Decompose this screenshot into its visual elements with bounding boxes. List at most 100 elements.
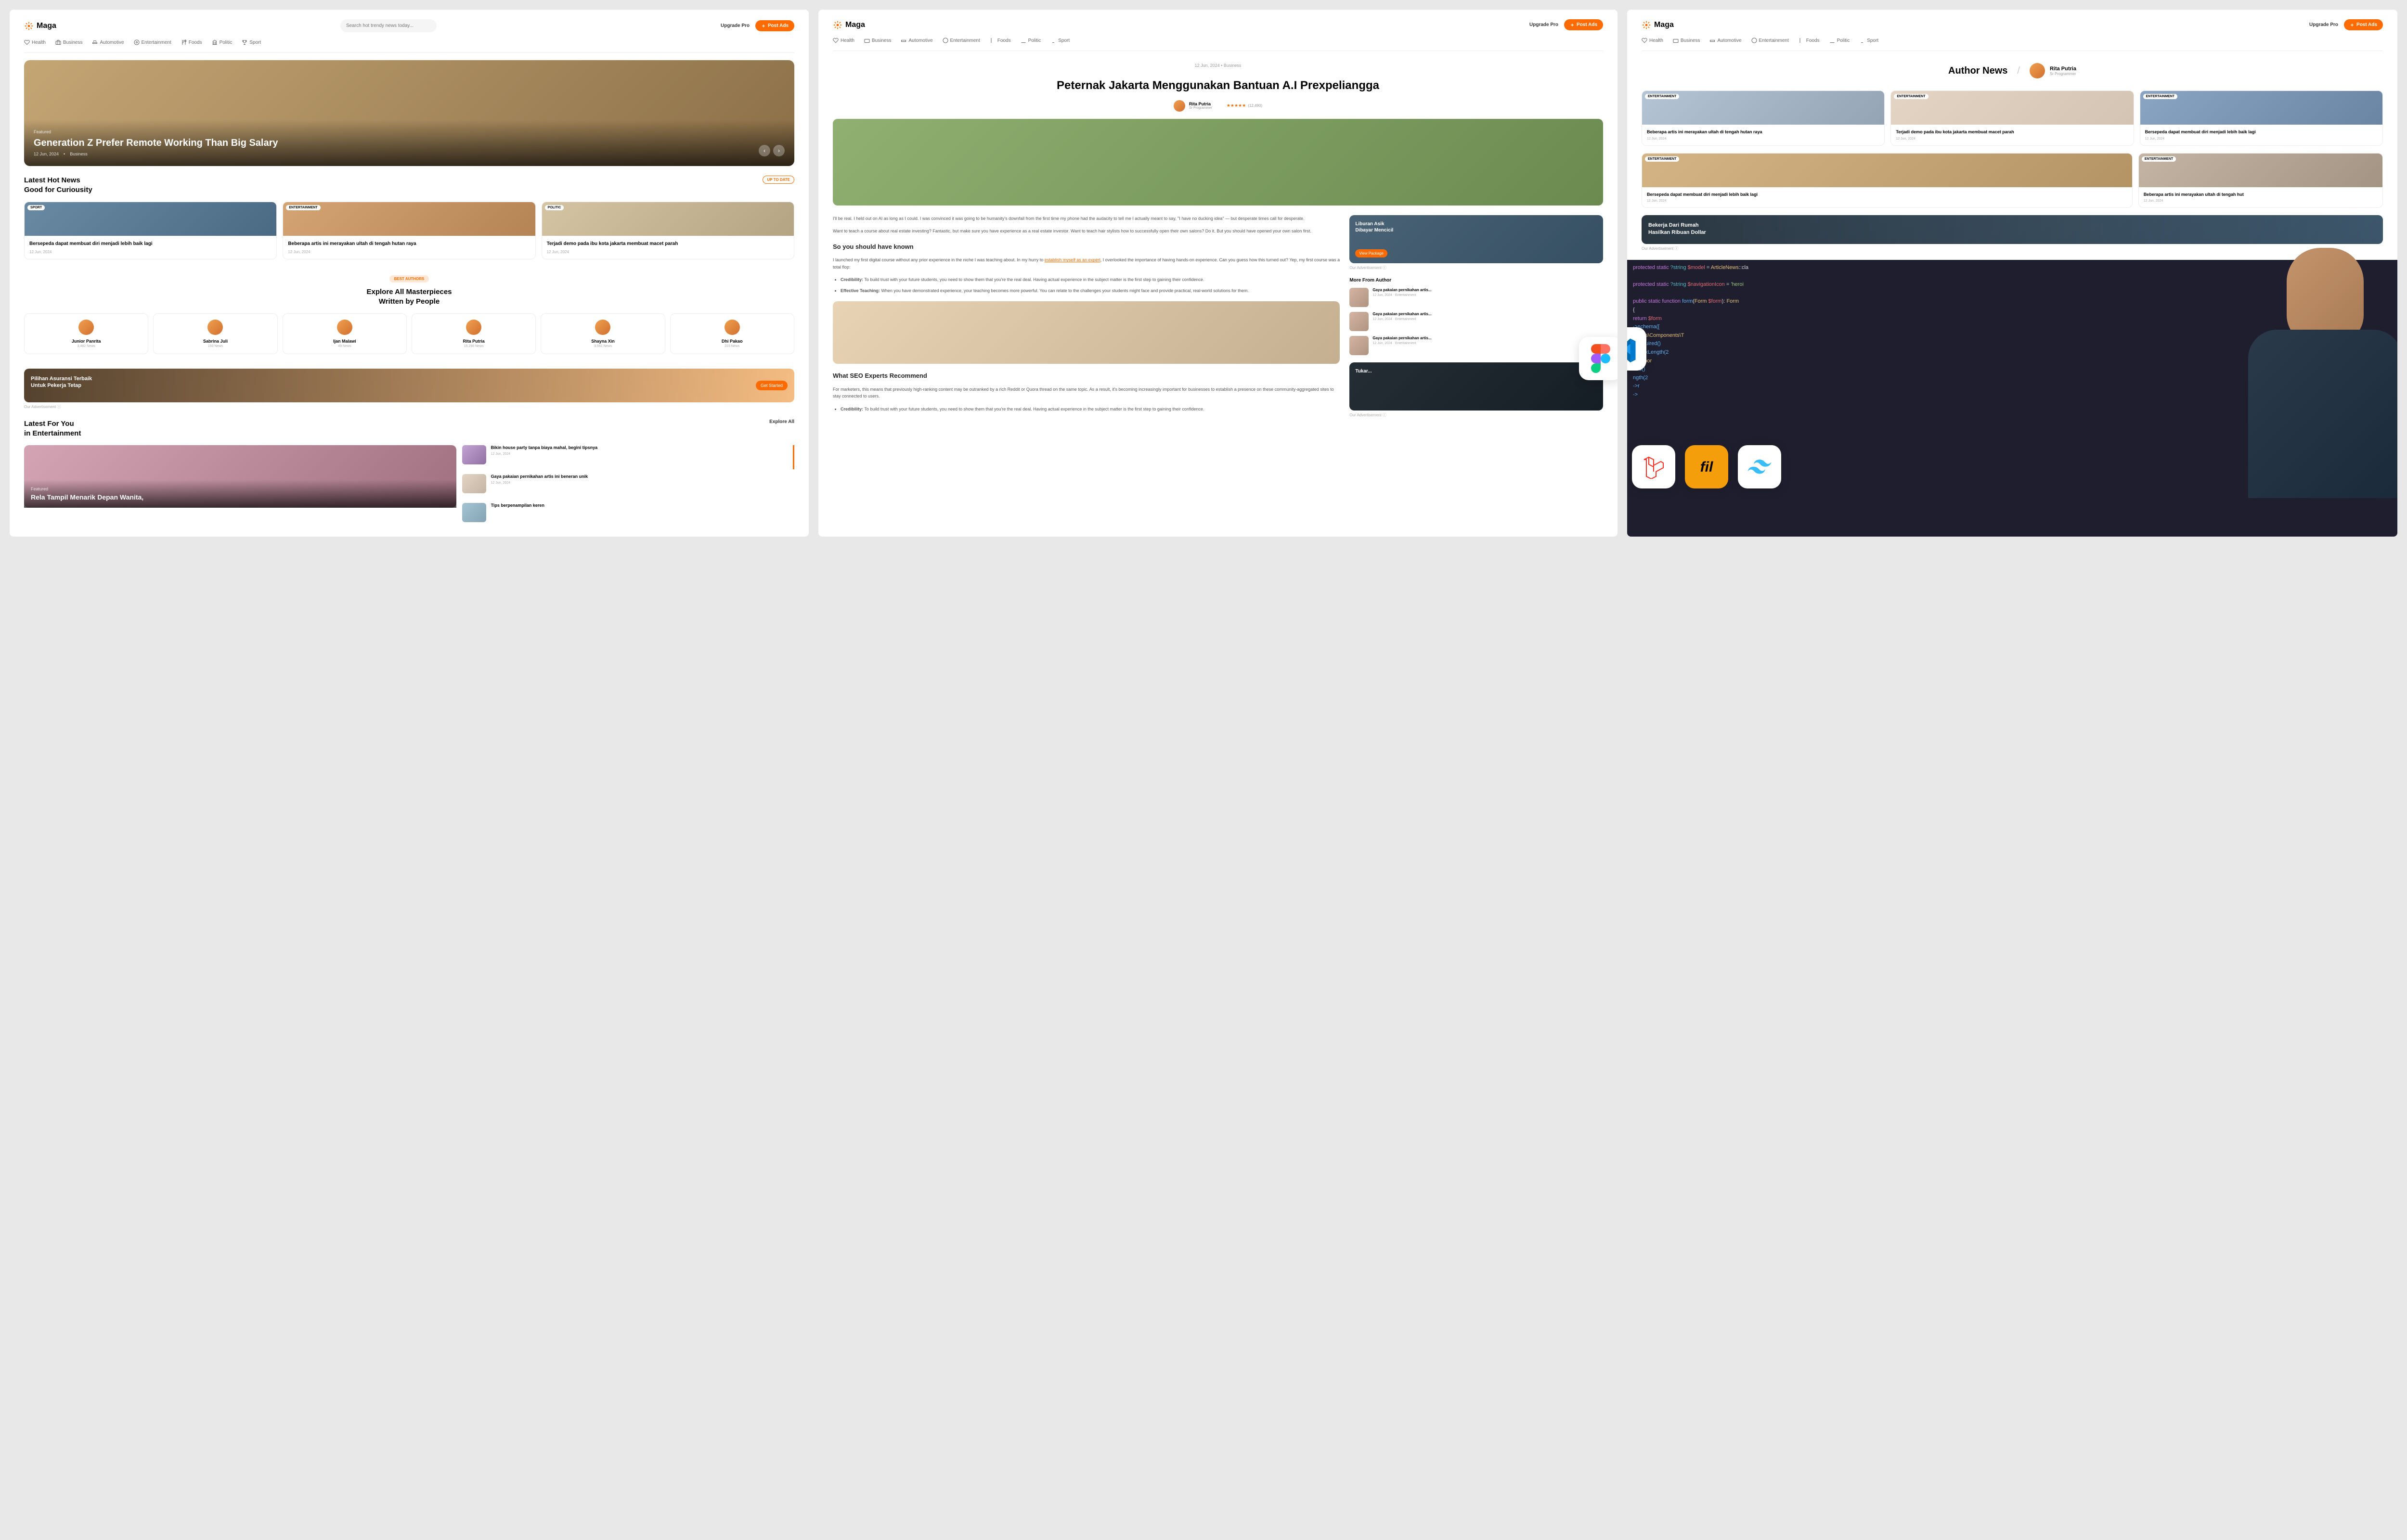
food-icon bbox=[1799, 38, 1804, 43]
authors-section: BEST AUTHORS Explore All Masterpieces Wr… bbox=[24, 274, 794, 354]
nav-politic[interactable]: Politic bbox=[1021, 38, 1041, 43]
upgrade-link[interactable]: Upgrade Pro bbox=[721, 23, 750, 28]
news-card[interactable]: POLITICTerjadi demo pada ibu kota jakart… bbox=[542, 202, 794, 259]
author-news-title: Author News bbox=[1948, 65, 2007, 77]
upgrade-link[interactable]: Upgrade Pro bbox=[1529, 22, 1558, 27]
hero-title: Generation Z Prefer Remote Working Than … bbox=[34, 137, 785, 149]
post-ads-button[interactable]: Post Ads bbox=[2344, 19, 2383, 30]
author-card[interactable]: Shayna Xin3,552 News bbox=[541, 313, 665, 354]
nav-sport[interactable]: Sport bbox=[1859, 38, 1878, 43]
trophy-icon bbox=[242, 39, 247, 45]
nav-automotive[interactable]: Automotive bbox=[901, 38, 932, 43]
nav-business[interactable]: Business bbox=[1673, 38, 1700, 43]
nav-automotive[interactable]: Automotive bbox=[92, 39, 124, 45]
search-box bbox=[340, 19, 437, 32]
upgrade-link[interactable]: Upgrade Pro bbox=[2309, 22, 2338, 27]
filament-icon: fil bbox=[1685, 445, 1728, 488]
plus-icon bbox=[2350, 23, 2355, 27]
nav-sport[interactable]: Sport bbox=[1050, 38, 1070, 43]
hero-next-button[interactable]: › bbox=[773, 145, 785, 156]
ad-label: Our Advertisement ⓘ bbox=[24, 404, 794, 410]
post-ads-button[interactable]: Post Ads bbox=[755, 20, 794, 31]
nav-health[interactable]: Health bbox=[24, 39, 46, 45]
best-authors-badge: BEST AUTHORS bbox=[389, 275, 429, 282]
logo[interactable]: Maga bbox=[1642, 20, 1674, 30]
post-ads-button[interactable]: Post Ads bbox=[1564, 19, 1603, 30]
avatar bbox=[725, 320, 740, 335]
author-panel: Maga Upgrade Pro Post Ads Health Busines… bbox=[1627, 10, 2397, 537]
nav-business[interactable]: Business bbox=[864, 38, 892, 43]
avatar bbox=[595, 320, 610, 335]
logo[interactable]: Maga bbox=[24, 21, 56, 31]
nav-entertainment[interactable]: Entertainment bbox=[134, 39, 171, 45]
logo[interactable]: Maga bbox=[833, 20, 865, 30]
hero-prev-button[interactable]: ‹ bbox=[759, 145, 770, 156]
vacation-promo[interactable]: Liburan Asik Dibayar Mencicil View Packa… bbox=[1349, 215, 1603, 263]
article-meta: 12 Jun, 2024 • Business bbox=[833, 61, 1603, 69]
author-card[interactable]: Junior Panrita3,482 News bbox=[24, 313, 148, 354]
nav-foods[interactable]: Foods bbox=[1799, 38, 1820, 43]
nav-entertainment[interactable]: Entertainment bbox=[943, 38, 980, 43]
nav-foods[interactable]: Foods bbox=[990, 38, 1011, 43]
car-icon bbox=[901, 38, 906, 43]
side-card[interactable]: Gaya pakaian pernikahan artis...12 Jun, … bbox=[1349, 312, 1603, 331]
promo-title: Pilihan Asuransi Terbaik Untuk Pekerja T… bbox=[31, 375, 788, 389]
explore-all-link[interactable]: Explore All bbox=[769, 419, 794, 424]
side-card[interactable]: Gaya pakaian pernikahan artis...12 Jun, … bbox=[1349, 336, 1603, 355]
building-icon bbox=[212, 39, 218, 45]
author-hero-info[interactable]: Rita Putria Sr Programmer bbox=[2030, 63, 2076, 78]
news-card[interactable]: SPORTBersepeda dapat membuat diri menjad… bbox=[24, 202, 277, 259]
news-card[interactable]: ENTERTAINMENTBeberapa artis ini merayaka… bbox=[1642, 90, 1885, 146]
news-grid: SPORTBersepeda dapat membuat diri menjad… bbox=[24, 202, 794, 259]
nav-business[interactable]: Business bbox=[55, 39, 83, 45]
insurance-promo[interactable]: Pilihan Asuransi Terbaik Untuk Pekerja T… bbox=[24, 369, 794, 402]
logo-icon bbox=[24, 21, 34, 31]
nav-health[interactable]: Health bbox=[1642, 38, 1663, 43]
nav-health[interactable]: Health bbox=[833, 38, 854, 43]
news-card[interactable]: ENTERTAINMENTBersepeda dapat membuat dir… bbox=[2140, 90, 2383, 146]
author-card[interactable]: Rita Putria15,296 News bbox=[412, 313, 536, 354]
hero-overlay: Featured Generation Z Prefer Remote Work… bbox=[24, 120, 794, 166]
nav-politic[interactable]: Politic bbox=[212, 39, 233, 45]
vscode-icon bbox=[1627, 327, 1646, 371]
mini-card[interactable]: Gaya pakaian pernikahan artis ini benera… bbox=[462, 474, 794, 498]
nav-politic[interactable]: Politic bbox=[1829, 38, 1850, 43]
wfh-promo[interactable]: Bekerja Dari Rumah Hasilkan Ribuan Dolla… bbox=[1642, 215, 2383, 244]
author-card[interactable]: Ijan Malawi49 News bbox=[283, 313, 407, 354]
figma-icon bbox=[1579, 337, 1618, 380]
food-icon bbox=[181, 39, 187, 45]
news-card[interactable]: ENTERTAINMENTBeberapa artis ini merayaka… bbox=[2138, 153, 2383, 208]
hero-banner[interactable]: Featured Generation Z Prefer Remote Work… bbox=[24, 60, 794, 166]
side-card[interactable]: Gaya pakaian pernikahan artis...12 Jun, … bbox=[1349, 288, 1603, 307]
nav-sport[interactable]: Sport bbox=[242, 39, 261, 45]
author-info[interactable]: Rita Putria Sr Programmer bbox=[1174, 100, 1212, 112]
view-package-button[interactable]: View Package bbox=[1355, 249, 1387, 257]
get-started-button[interactable]: Get Started bbox=[756, 381, 788, 390]
latest-title: Latest For You in Entertainment bbox=[24, 419, 81, 438]
inline-link[interactable]: establish myself as an expert bbox=[1045, 257, 1100, 262]
author-card[interactable]: Sabrina Juli193 News bbox=[153, 313, 277, 354]
news-card[interactable]: ENTERTAINMENTBersepeda dapat membuat dir… bbox=[1642, 153, 2133, 208]
header-actions: Upgrade Pro Post Ads bbox=[721, 20, 794, 31]
rating: ★★★★★ (12,490) bbox=[1227, 103, 1262, 108]
film-icon bbox=[943, 38, 948, 43]
news-card[interactable]: ENTERTAINMENTBeberapa artis ini merayaka… bbox=[283, 202, 535, 259]
nav-foods[interactable]: Foods bbox=[181, 39, 202, 45]
article-subhead: What SEO Experts Recommend bbox=[833, 371, 1340, 381]
tech-stack-icons: fil bbox=[1627, 445, 1781, 488]
search-input[interactable] bbox=[340, 19, 437, 32]
article-subhead: So you should have known bbox=[833, 242, 1340, 252]
nav-entertainment[interactable]: Entertainment bbox=[1751, 38, 1789, 43]
logo-icon bbox=[833, 20, 842, 30]
food-icon bbox=[990, 38, 996, 43]
news-card[interactable]: ENTERTAINMENTTerjadi demo pada ibu kota … bbox=[1890, 90, 2134, 146]
author-card[interactable]: Dhi Pakao223 News bbox=[670, 313, 794, 354]
mini-card[interactable]: Bikin house party tanpa biaya mahal, beg… bbox=[462, 445, 794, 469]
latest-main[interactable]: Featured Rela Tampil Menarik Depan Wanit… bbox=[24, 445, 456, 527]
nav-automotive[interactable]: Automotive bbox=[1709, 38, 1741, 43]
latest-header: Latest For You in Entertainment Explore … bbox=[24, 419, 794, 438]
film-icon bbox=[1751, 38, 1757, 43]
briefcase-icon bbox=[55, 39, 61, 45]
trade-promo[interactable]: Tukar... bbox=[1349, 362, 1603, 411]
mini-card[interactable]: Tips berpenampilan keren bbox=[462, 503, 794, 527]
